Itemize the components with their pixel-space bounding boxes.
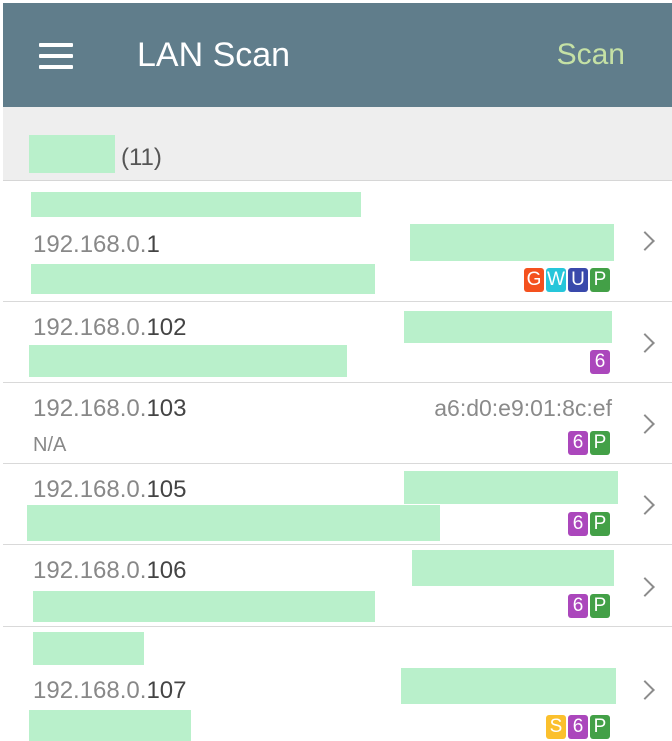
badge-p: P xyxy=(590,268,610,292)
app-toolbar: LAN Scan Scan xyxy=(3,3,672,107)
redacted-vendor xyxy=(29,345,347,377)
badge-u: U xyxy=(568,268,588,292)
chevron-right-icon xyxy=(635,577,655,597)
redacted-mac-address xyxy=(404,311,612,343)
device-ip: 192.168.0.107 xyxy=(33,677,187,704)
redacted-vendor xyxy=(33,591,375,622)
scan-button[interactable]: Scan xyxy=(557,38,625,72)
device-row[interactable]: 192.168.0.105 6 P xyxy=(3,464,672,545)
device-ip: 192.168.0.105 xyxy=(33,476,187,503)
redacted-mac-address xyxy=(412,550,614,586)
device-row[interactable]: 192.168.0.102 6 xyxy=(3,302,672,383)
chevron-right-icon xyxy=(635,414,655,434)
badge-6: 6 xyxy=(568,715,588,739)
badge-w: W xyxy=(546,268,566,292)
service-badges: 6 P xyxy=(568,431,610,455)
redacted-vendor xyxy=(31,264,375,294)
badge-p: P xyxy=(590,594,610,618)
menu-icon[interactable] xyxy=(37,41,77,73)
service-badges: 6 P xyxy=(568,512,610,536)
device-group-header[interactable]: (11) xyxy=(3,107,672,181)
chevron-right-icon xyxy=(635,495,655,515)
device-row[interactable]: 192.168.0.103 a6:d0:e9:01:8c:ef N/A 6 P xyxy=(3,383,672,464)
device-row[interactable]: 192.168.0.106 6 P xyxy=(3,545,672,627)
redacted-device-name xyxy=(33,632,144,665)
redacted-mac-address xyxy=(401,668,616,704)
redacted-mac-address xyxy=(404,471,618,504)
service-badges: G W U P xyxy=(524,268,610,292)
badge-g: G xyxy=(524,268,544,292)
device-ip: 192.168.0.103 xyxy=(33,395,187,422)
device-row[interactable]: 192.168.0.107 S 6 P xyxy=(3,627,672,741)
redacted-vendor xyxy=(29,710,191,741)
badge-s: S xyxy=(546,715,566,739)
redacted-vendor xyxy=(27,505,440,541)
service-badges: 6 xyxy=(590,350,610,374)
redacted-mac-address xyxy=(410,224,614,261)
redacted-device-name xyxy=(31,192,361,217)
chevron-right-icon xyxy=(635,333,655,353)
device-vendor: N/A xyxy=(33,434,67,456)
redacted-group-name xyxy=(29,135,115,173)
chevron-right-icon xyxy=(635,680,655,700)
page-title: LAN Scan xyxy=(137,36,291,74)
device-ip: 192.168.0.106 xyxy=(33,557,187,584)
badge-p: P xyxy=(590,512,610,536)
badge-6: 6 xyxy=(590,350,610,374)
device-ip: 192.168.0.102 xyxy=(33,314,187,341)
service-badges: 6 P xyxy=(568,594,610,618)
chevron-right-icon xyxy=(635,231,655,251)
service-badges: S 6 P xyxy=(546,715,610,739)
badge-6: 6 xyxy=(568,431,588,455)
badge-6: 6 xyxy=(568,512,588,536)
badge-6: 6 xyxy=(568,594,588,618)
badge-p: P xyxy=(590,431,610,455)
device-ip: 192.168.0.1 xyxy=(33,231,160,258)
device-count: (11) xyxy=(121,144,162,171)
badge-p: P xyxy=(590,715,610,739)
device-row[interactable]: 192.168.0.1 G W U P xyxy=(3,181,672,302)
mac-address: a6:d0:e9:01:8c:ef xyxy=(434,395,612,421)
